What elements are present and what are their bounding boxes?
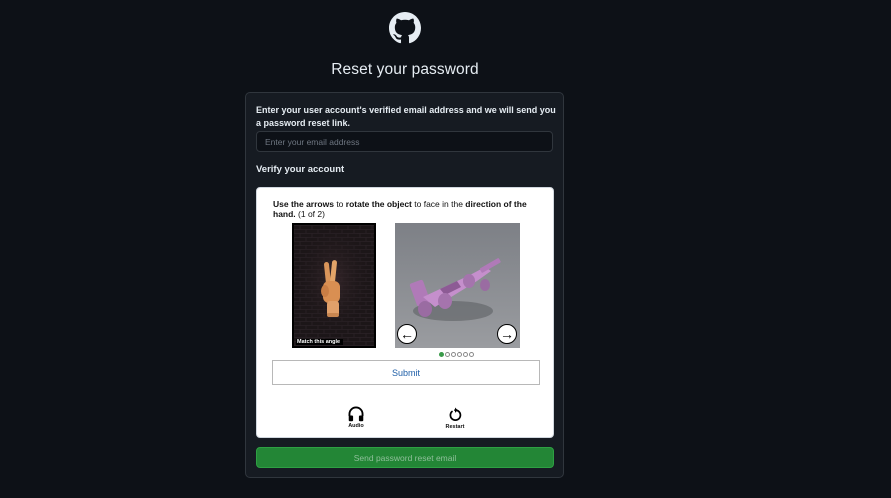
audio-label: Audio [348, 423, 364, 429]
reference-hand-image: Match this angle [292, 223, 376, 348]
page-title: Reset your password [331, 61, 479, 78]
headphones-icon [348, 406, 364, 422]
captcha-widget: Use the arrows to rotate the object to f… [256, 187, 554, 438]
progress-dot [451, 352, 456, 357]
email-input[interactable] [256, 131, 553, 152]
captcha-instruction-part: (1 of 2) [295, 209, 325, 219]
captcha-instructions: Use the arrows to rotate the object to f… [273, 199, 543, 219]
progress-dot [463, 352, 468, 357]
page: Reset your password Enter your user acco… [0, 0, 891, 498]
github-logo-icon[interactable] [389, 12, 421, 44]
hand-illustration [294, 225, 374, 346]
reference-label: Match this angle [296, 339, 344, 345]
rotatable-object-image: ← → [395, 223, 520, 348]
captcha-instruction-part: to face in the [411, 199, 466, 209]
verify-heading: Verify your account [256, 164, 345, 175]
rotate-right-button[interactable]: → [497, 324, 517, 344]
progress-dot [439, 352, 444, 357]
captcha-instruction-part: Use the arrows [273, 199, 334, 209]
progress-dots [439, 352, 474, 357]
restart-icon [449, 407, 462, 421]
send-reset-email-button[interactable]: Send password reset email [256, 447, 554, 468]
restart-button[interactable]: Restart [440, 406, 470, 430]
audio-button[interactable]: Audio [341, 406, 371, 429]
progress-dot [469, 352, 474, 357]
captcha-instruction-part: to [333, 199, 346, 209]
progress-dot [445, 352, 450, 357]
restart-label: Restart [445, 424, 465, 430]
progress-dot [457, 352, 462, 357]
reset-form-card: Enter your user account's verified email… [245, 92, 564, 478]
captcha-instruction-part: rotate the object [345, 199, 412, 209]
captcha-submit-button[interactable]: Submit [272, 360, 540, 385]
form-instructions: Enter your user account's verified email… [256, 105, 556, 128]
rotate-left-button[interactable]: ← [397, 324, 417, 344]
